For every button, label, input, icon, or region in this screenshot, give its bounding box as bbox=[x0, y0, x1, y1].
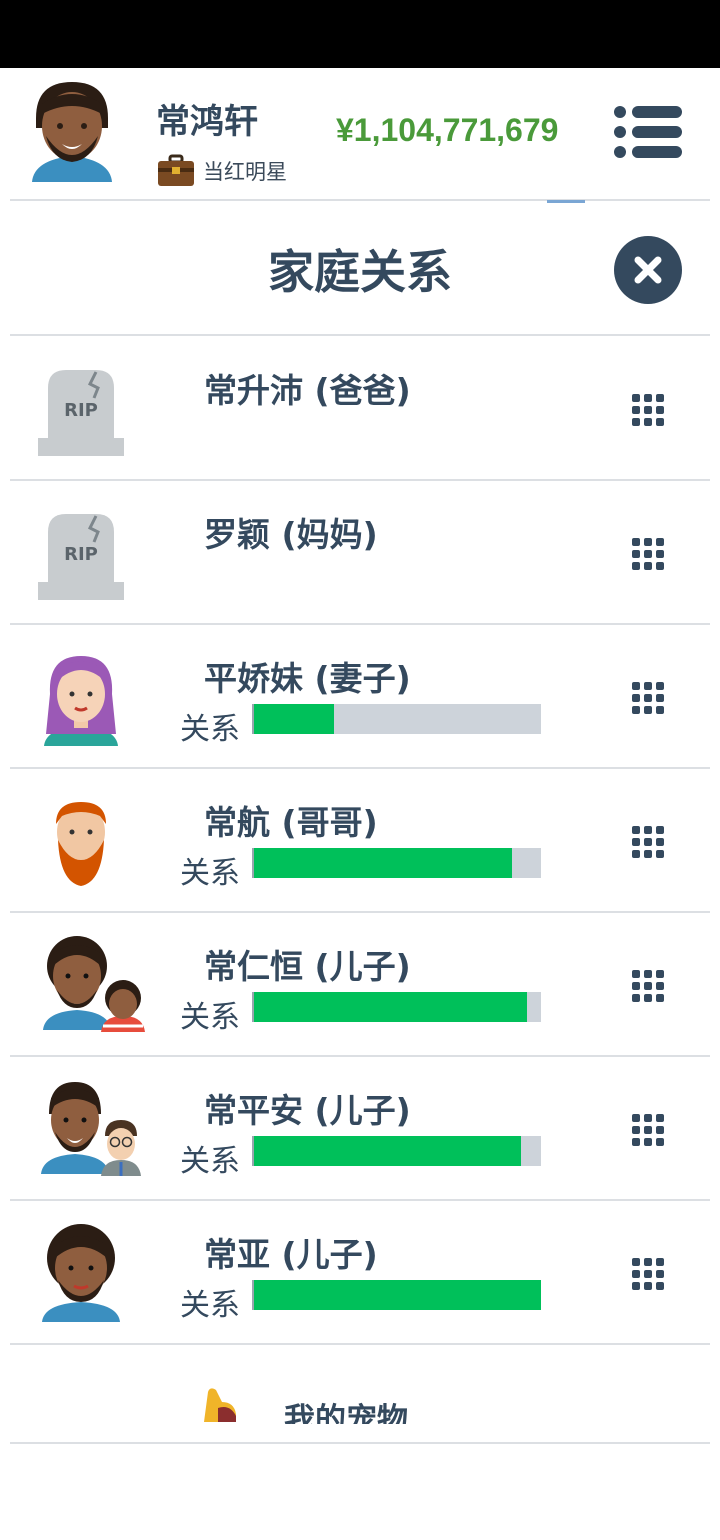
member-name: 常航 (哥哥) bbox=[204, 803, 378, 842]
my-pets-row[interactable]: 我的宠物 bbox=[0, 1346, 720, 1442]
player-avatar[interactable] bbox=[26, 78, 118, 186]
member-name: 罗颖 (妈妈) bbox=[204, 515, 378, 554]
grid-dots-icon[interactable] bbox=[630, 968, 666, 1004]
job-title: 当红明星 bbox=[203, 160, 287, 184]
family-member-row[interactable]: 常平安 (儿子) 关系 bbox=[0, 1056, 720, 1200]
relationship-label: 关系 bbox=[180, 712, 240, 747]
my-pets-label: 我的宠物 bbox=[284, 1402, 408, 1424]
money-balance: ¥1,104,771,679 bbox=[336, 112, 559, 148]
dog-icon bbox=[204, 1388, 236, 1422]
relationship-bar bbox=[252, 992, 541, 1022]
grid-dots-icon[interactable] bbox=[630, 536, 666, 572]
relationship-bar bbox=[252, 848, 541, 878]
relationship-label: 关系 bbox=[180, 1144, 240, 1179]
family-member-row[interactable]: RIP 罗颖 (妈妈) bbox=[0, 480, 720, 624]
player-job[interactable]: 当红明星 bbox=[157, 154, 287, 188]
hamburger-menu-icon[interactable] bbox=[612, 104, 684, 160]
relationship-label: 关系 bbox=[180, 1288, 240, 1323]
relationship-label: 关系 bbox=[180, 856, 240, 891]
status-bar bbox=[0, 0, 720, 68]
row-divider bbox=[10, 1343, 710, 1345]
relationship-fill bbox=[254, 848, 513, 878]
grid-dots-icon[interactable] bbox=[630, 1256, 666, 1292]
player-header: 常鸿轩 当红明星 ¥1,104,771,679 bbox=[0, 68, 720, 200]
grid-dots-icon[interactable] bbox=[630, 824, 666, 860]
relationship-bar bbox=[252, 704, 541, 734]
close-button[interactable] bbox=[614, 236, 682, 304]
relationship-bar bbox=[252, 1136, 541, 1166]
son-avatar bbox=[43, 936, 145, 1032]
relationship-bar bbox=[252, 1280, 541, 1310]
dialog-title: 家庭关系 bbox=[268, 245, 452, 299]
brother-avatar bbox=[56, 802, 106, 886]
son-avatar bbox=[42, 1224, 120, 1322]
relationship-fill bbox=[254, 704, 335, 734]
family-member-row[interactable]: 平娇妹 (妻子) 关系 bbox=[0, 624, 720, 768]
relationship-fill bbox=[254, 1136, 521, 1166]
member-name: 常平安 (儿子) bbox=[204, 1091, 411, 1130]
grid-dots-icon[interactable] bbox=[630, 392, 666, 428]
bottom-divider bbox=[10, 1442, 710, 1444]
family-member-row[interactable]: 常航 (哥哥) 关系 bbox=[0, 768, 720, 912]
son-avatar bbox=[41, 1082, 141, 1176]
family-member-row[interactable]: RIP 常升沛 (爸爸) bbox=[0, 336, 720, 480]
briefcase-icon bbox=[158, 154, 194, 186]
member-name: 常升沛 (爸爸) bbox=[204, 371, 411, 410]
family-member-row[interactable]: 常亚 (儿子) 关系 bbox=[0, 1200, 720, 1344]
svg-text:RIP: RIP bbox=[64, 400, 98, 421]
player-name: 常鸿轩 bbox=[156, 102, 258, 142]
relationship-fill bbox=[254, 1280, 541, 1310]
member-name: 常仁恒 (儿子) bbox=[204, 947, 411, 986]
family-member-row[interactable]: 常仁恒 (儿子) 关系 bbox=[0, 912, 720, 1056]
svg-text:RIP: RIP bbox=[64, 544, 98, 565]
header-divider bbox=[10, 199, 710, 201]
tombstone-rip-icon: RIP bbox=[38, 370, 124, 456]
relationship-label: 关系 bbox=[180, 1000, 240, 1035]
scroll-indicator bbox=[547, 200, 585, 203]
grid-dots-icon[interactable] bbox=[630, 680, 666, 716]
wife-avatar bbox=[44, 656, 118, 746]
close-icon bbox=[634, 256, 662, 284]
member-name: 常亚 (儿子) bbox=[204, 1235, 378, 1274]
member-name: 平娇妹 (妻子) bbox=[204, 659, 411, 698]
grid-dots-icon[interactable] bbox=[630, 1112, 666, 1148]
relationship-fill bbox=[254, 992, 527, 1022]
tombstone-rip-icon: RIP bbox=[38, 514, 124, 600]
